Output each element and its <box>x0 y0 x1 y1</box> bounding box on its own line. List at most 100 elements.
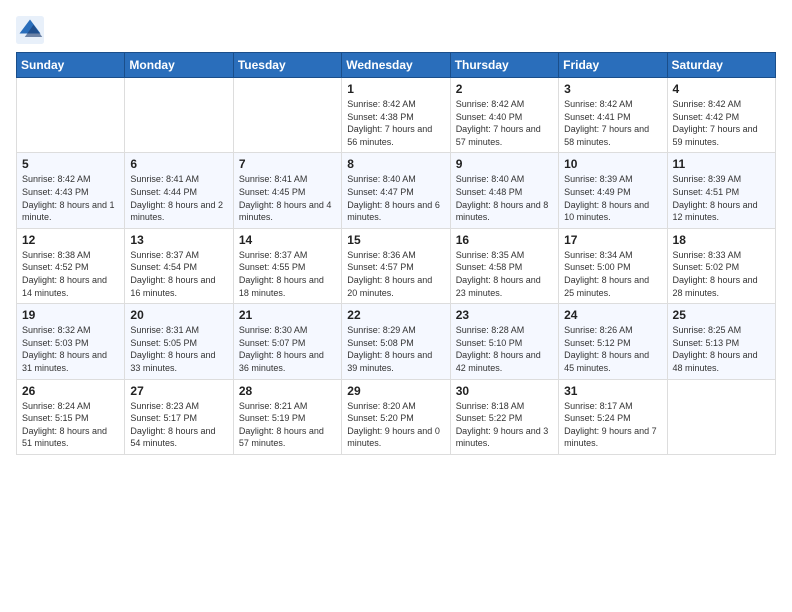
day-number: 13 <box>130 233 227 247</box>
day-number: 12 <box>22 233 119 247</box>
calendar-cell: 4 Sunrise: 8:42 AM Sunset: 4:42 PM Daylig… <box>667 78 775 153</box>
day-number: 26 <box>22 384 119 398</box>
day-header-thursday: Thursday <box>450 53 558 78</box>
day-header-sunday: Sunday <box>17 53 125 78</box>
day-info: Sunrise: 8:32 AM Sunset: 5:03 PM Dayligh… <box>22 324 119 374</box>
day-number: 6 <box>130 157 227 171</box>
day-number: 4 <box>673 82 770 96</box>
day-number: 25 <box>673 308 770 322</box>
day-info: Sunrise: 8:42 AM Sunset: 4:42 PM Dayligh… <box>673 98 770 148</box>
calendar-cell: 29Sunrise: 8:20 AM Sunset: 5:20 PM Dayli… <box>342 379 450 454</box>
day-info: Sunrise: 8:25 AM Sunset: 5:13 PM Dayligh… <box>673 324 770 374</box>
day-number: 1 <box>347 82 444 96</box>
calendar-cell: 23 Sunrise: 8:28 AM Sunset: 5:10 PM Dayli… <box>450 304 558 379</box>
day-info: Sunrise: 8:35 AM Sunset: 4:58 PM Dayligh… <box>456 249 553 299</box>
calendar-table: SundayMondayTuesdayWednesdayThursdayFrid… <box>16 52 776 455</box>
calendar-cell: 3 Sunrise: 8:42 AM Sunset: 4:41 PM Daylig… <box>559 78 667 153</box>
day-header-friday: Friday <box>559 53 667 78</box>
day-number: 27 <box>130 384 227 398</box>
calendar-cell: 6 Sunrise: 8:41 AM Sunset: 4:44 PM Daylig… <box>125 153 233 228</box>
day-info: Sunrise: 8:36 AM Sunset: 4:57 PM Dayligh… <box>347 249 444 299</box>
day-number: 2 <box>456 82 553 96</box>
calendar-cell: 8 Sunrise: 8:40 AM Sunset: 4:47 PM Daylig… <box>342 153 450 228</box>
day-number: 9 <box>456 157 553 171</box>
day-info: Sunrise: 8:31 AM Sunset: 5:05 PM Dayligh… <box>130 324 227 374</box>
day-number: 16 <box>456 233 553 247</box>
calendar-cell: 21 Sunrise: 8:30 AM Sunset: 5:07 PM Dayli… <box>233 304 341 379</box>
calendar-cell: 27 Sunrise: 8:23 AM Sunset: 5:17 PM Dayli… <box>125 379 233 454</box>
day-info: Sunrise: 8:41 AM Sunset: 4:45 PM Dayligh… <box>239 173 336 223</box>
day-info: Sunrise: 8:24 AM Sunset: 5:15 PM Dayligh… <box>22 400 119 450</box>
day-number: 23 <box>456 308 553 322</box>
calendar-cell: 31 Sunrise: 8:17 AM Sunset: 5:24 PM Dayli… <box>559 379 667 454</box>
calendar-cell: 10Sunrise: 8:39 AM Sunset: 4:49 PM Dayli… <box>559 153 667 228</box>
day-number: 31 <box>564 384 661 398</box>
calendar-cell <box>667 379 775 454</box>
calendar-cell: 17 Sunrise: 8:34 AM Sunset: 5:00 PM Dayli… <box>559 228 667 303</box>
day-number: 18 <box>673 233 770 247</box>
calendar-cell: 20 Sunrise: 8:31 AM Sunset: 5:05 PM Dayli… <box>125 304 233 379</box>
calendar-cell: 14 Sunrise: 8:37 AM Sunset: 4:55 PM Dayli… <box>233 228 341 303</box>
day-info: Sunrise: 8:23 AM Sunset: 5:17 PM Dayligh… <box>130 400 227 450</box>
day-info: Sunrise: 8:42 AM Sunset: 4:38 PM Dayligh… <box>347 98 444 148</box>
day-number: 3 <box>564 82 661 96</box>
day-header-saturday: Saturday <box>667 53 775 78</box>
day-info: Sunrise: 8:39 AM Sunset: 4:51 PM Dayligh… <box>673 173 770 223</box>
day-number: 5 <box>22 157 119 171</box>
day-number: 30 <box>456 384 553 398</box>
day-info: Sunrise: 8:26 AM Sunset: 5:12 PM Dayligh… <box>564 324 661 374</box>
day-info: Sunrise: 8:37 AM Sunset: 4:54 PM Dayligh… <box>130 249 227 299</box>
calendar-cell: 19 Sunrise: 8:32 AM Sunset: 5:03 PM Dayli… <box>17 304 125 379</box>
calendar-cell: 18 Sunrise: 8:33 AM Sunset: 5:02 PM Dayli… <box>667 228 775 303</box>
day-info: Sunrise: 8:18 AM Sunset: 5:22 PM Dayligh… <box>456 400 553 450</box>
calendar-cell <box>17 78 125 153</box>
calendar-cell <box>125 78 233 153</box>
day-info: Sunrise: 8:33 AM Sunset: 5:02 PM Dayligh… <box>673 249 770 299</box>
calendar-cell: 30 Sunrise: 8:18 AM Sunset: 5:22 PM Dayli… <box>450 379 558 454</box>
calendar-cell: 11Sunrise: 8:39 AM Sunset: 4:51 PM Dayli… <box>667 153 775 228</box>
calendar-cell: 24 Sunrise: 8:26 AM Sunset: 5:12 PM Dayli… <box>559 304 667 379</box>
day-number: 20 <box>130 308 227 322</box>
calendar-cell: 5 Sunrise: 8:42 AM Sunset: 4:43 PM Daylig… <box>17 153 125 228</box>
day-number: 8 <box>347 157 444 171</box>
day-number: 28 <box>239 384 336 398</box>
day-info: Sunrise: 8:37 AM Sunset: 4:55 PM Dayligh… <box>239 249 336 299</box>
day-header-tuesday: Tuesday <box>233 53 341 78</box>
day-info: Sunrise: 8:17 AM Sunset: 5:24 PM Dayligh… <box>564 400 661 450</box>
day-info: Sunrise: 8:21 AM Sunset: 5:19 PM Dayligh… <box>239 400 336 450</box>
day-number: 14 <box>239 233 336 247</box>
day-number: 19 <box>22 308 119 322</box>
day-info: Sunrise: 8:34 AM Sunset: 5:00 PM Dayligh… <box>564 249 661 299</box>
calendar-cell <box>233 78 341 153</box>
calendar-cell: 7 Sunrise: 8:41 AM Sunset: 4:45 PM Daylig… <box>233 153 341 228</box>
calendar-cell: 1 Sunrise: 8:42 AM Sunset: 4:38 PM Daylig… <box>342 78 450 153</box>
calendar-cell: 28 Sunrise: 8:21 AM Sunset: 5:19 PM Dayli… <box>233 379 341 454</box>
day-info: Sunrise: 8:29 AM Sunset: 5:08 PM Dayligh… <box>347 324 444 374</box>
day-number: 17 <box>564 233 661 247</box>
day-info: Sunrise: 8:41 AM Sunset: 4:44 PM Dayligh… <box>130 173 227 223</box>
day-info: Sunrise: 8:30 AM Sunset: 5:07 PM Dayligh… <box>239 324 336 374</box>
day-info: Sunrise: 8:40 AM Sunset: 4:47 PM Dayligh… <box>347 173 444 223</box>
day-info: Sunrise: 8:40 AM Sunset: 4:48 PM Dayligh… <box>456 173 553 223</box>
logo-icon <box>16 16 44 44</box>
calendar-cell: 12 Sunrise: 8:38 AM Sunset: 4:52 PM Dayli… <box>17 228 125 303</box>
calendar-cell: 2Sunrise: 8:42 AM Sunset: 4:40 PM Daylig… <box>450 78 558 153</box>
day-info: Sunrise: 8:42 AM Sunset: 4:43 PM Dayligh… <box>22 173 119 223</box>
day-header-wednesday: Wednesday <box>342 53 450 78</box>
day-header-monday: Monday <box>125 53 233 78</box>
calendar-cell: 25 Sunrise: 8:25 AM Sunset: 5:13 PM Dayli… <box>667 304 775 379</box>
day-number: 7 <box>239 157 336 171</box>
calendar-cell: 13 Sunrise: 8:37 AM Sunset: 4:54 PM Dayli… <box>125 228 233 303</box>
day-info: Sunrise: 8:28 AM Sunset: 5:10 PM Dayligh… <box>456 324 553 374</box>
day-info: Sunrise: 8:42 AM Sunset: 4:41 PM Dayligh… <box>564 98 661 148</box>
day-number: 21 <box>239 308 336 322</box>
calendar-cell: 15Sunrise: 8:36 AM Sunset: 4:57 PM Dayli… <box>342 228 450 303</box>
calendar-cell: 16 Sunrise: 8:35 AM Sunset: 4:58 PM Dayli… <box>450 228 558 303</box>
day-number: 24 <box>564 308 661 322</box>
calendar-cell: 22 Sunrise: 8:29 AM Sunset: 5:08 PM Dayli… <box>342 304 450 379</box>
logo <box>16 16 48 44</box>
day-number: 22 <box>347 308 444 322</box>
day-info: Sunrise: 8:20 AM Sunset: 5:20 PM Dayligh… <box>347 400 444 450</box>
day-info: Sunrise: 8:38 AM Sunset: 4:52 PM Dayligh… <box>22 249 119 299</box>
calendar-cell: 26 Sunrise: 8:24 AM Sunset: 5:15 PM Dayli… <box>17 379 125 454</box>
